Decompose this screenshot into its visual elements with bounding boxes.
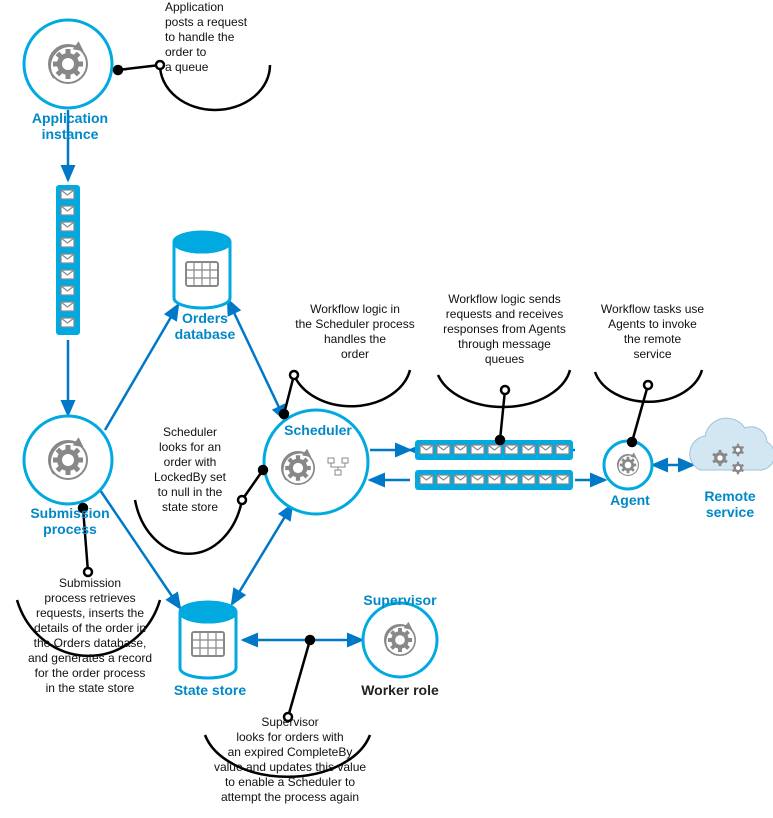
annotation-scheduler-looks: Scheduler looks for an order with Locked… xyxy=(140,425,240,515)
label-submission-process: Submission process xyxy=(20,505,120,537)
label-supervisor: Supervisor xyxy=(360,592,440,608)
callout-workflow-handles xyxy=(280,370,410,418)
label-agent: Agent xyxy=(600,492,660,508)
node-application-instance xyxy=(24,20,112,108)
annotation-supervisor-desc: Supervisor looks for orders with an expi… xyxy=(195,715,385,805)
annotation-submission-desc: Submission process retrieves requests, i… xyxy=(10,576,170,696)
node-state-store xyxy=(180,602,236,678)
annotation-workflow-handles: Workflow logic in the Scheduler process … xyxy=(290,302,420,362)
callout-workflow-sends xyxy=(438,370,570,444)
queue-scheduler-agent-bottom xyxy=(415,470,573,490)
label-state-store: State store xyxy=(165,682,255,698)
annotation-workflow-sends: Workflow logic sends requests and receiv… xyxy=(432,292,577,367)
label-orders-database: Orders database xyxy=(160,310,250,342)
diagram-canvas: Application instance Submission process … xyxy=(0,0,773,818)
node-agent xyxy=(604,441,652,489)
node-orders-database xyxy=(174,232,230,308)
label-remote-service: Remote service xyxy=(695,488,765,520)
label-application-instance: Application instance xyxy=(20,110,120,142)
annotation-workflow-tasks: Workflow tasks use Agents to invoke the … xyxy=(590,302,715,362)
queue-app-to-submission xyxy=(56,185,80,335)
label-scheduler: Scheduler xyxy=(278,422,358,438)
node-remote-service xyxy=(690,418,773,474)
label-worker-role: Worker role xyxy=(355,682,445,698)
callout-workflow-tasks xyxy=(595,370,702,446)
node-supervisor xyxy=(363,603,437,677)
annotation-app-posts: Application posts a request to handle th… xyxy=(165,0,275,75)
queue-scheduler-agent-top xyxy=(415,440,573,460)
node-submission-process xyxy=(24,416,112,504)
